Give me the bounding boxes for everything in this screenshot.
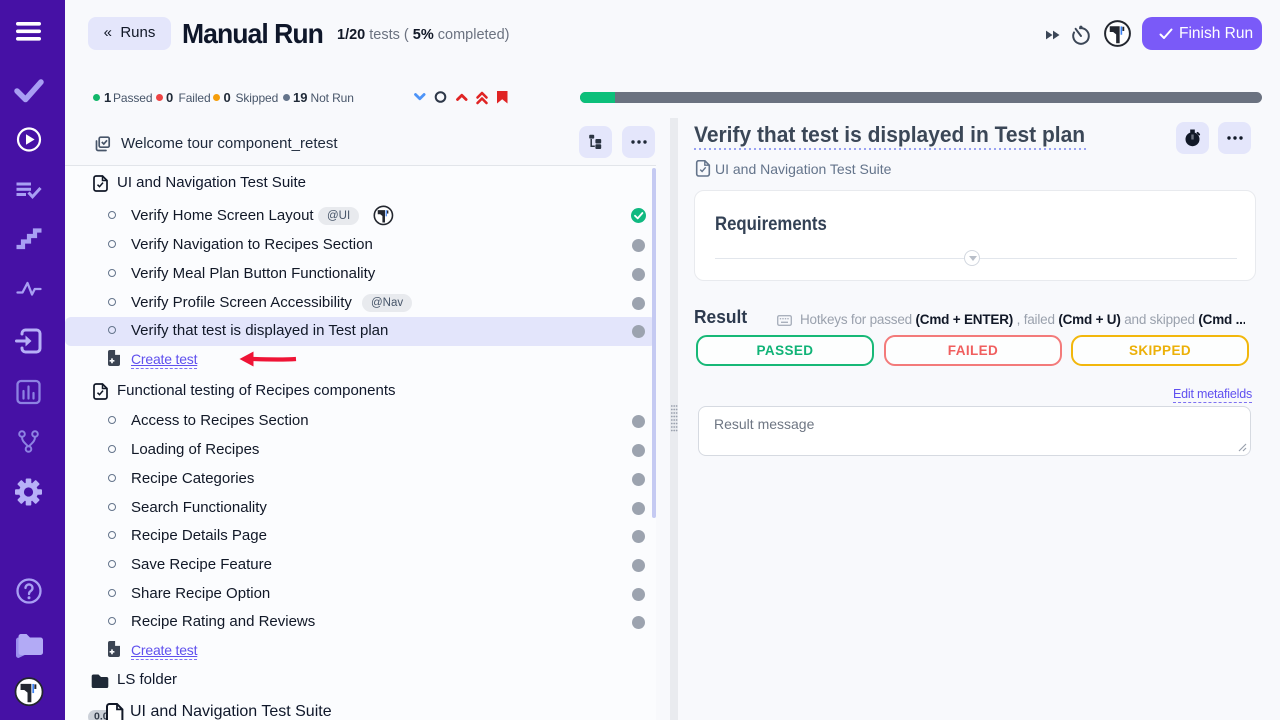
svg-text:UI and Navigation Test Suite: UI and Navigation Test Suite xyxy=(130,703,332,720)
